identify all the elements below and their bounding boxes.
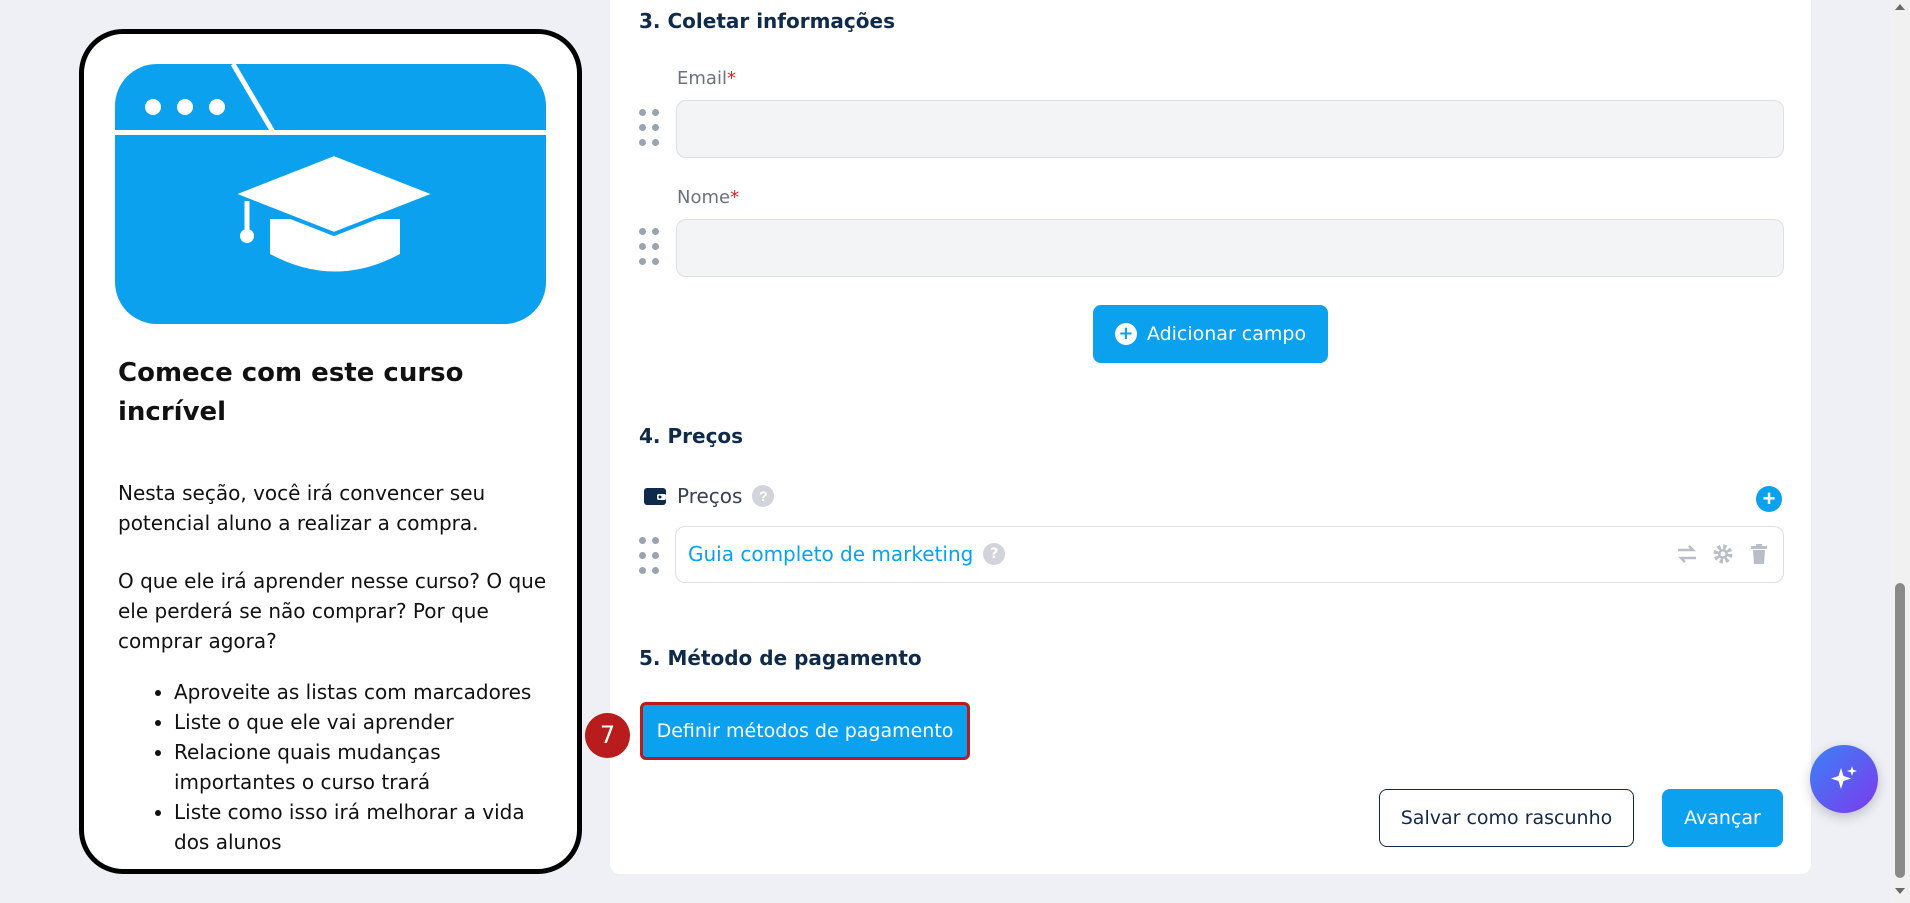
ai-assistant-button[interactable] bbox=[1810, 745, 1878, 813]
list-item: Aproveite as listas com marcadores bbox=[174, 677, 554, 707]
wallet-icon bbox=[644, 488, 666, 505]
preview-paragraph: Nesta seção, você irá convencer seu pote… bbox=[118, 481, 486, 535]
section-title-precos: 4. Preços bbox=[639, 424, 744, 448]
trash-icon[interactable] bbox=[1747, 542, 1771, 566]
save-draft-button[interactable]: Salvar como rascunho bbox=[1379, 789, 1634, 847]
scroll-up-arrow-icon[interactable] bbox=[1895, 4, 1905, 10]
list-item: Liste como isso irá melhorar a vida dos … bbox=[174, 797, 554, 857]
preview-bullet-list: Aproveite as listas com marcadores Liste… bbox=[174, 677, 554, 857]
preview-paragraph: O que ele irá aprender nesse curso? O qu… bbox=[118, 569, 547, 653]
scrollbar-thumb[interactable] bbox=[1895, 583, 1905, 878]
section-title-pagamento: 5. Método de pagamento bbox=[639, 646, 922, 670]
add-price-button[interactable]: + bbox=[1756, 486, 1782, 512]
course-preview-card: Comece com este curso incrível Nesta seç… bbox=[79, 29, 582, 874]
define-payment-methods-button[interactable]: Definir métodos de pagamento bbox=[640, 702, 970, 760]
drag-handle-icon[interactable] bbox=[639, 537, 661, 575]
email-field[interactable] bbox=[676, 100, 1784, 158]
help-icon[interactable]: ? bbox=[983, 543, 1006, 565]
name-label: Nome* bbox=[677, 187, 740, 208]
name-field[interactable] bbox=[676, 219, 1784, 277]
course-banner-graduation-cap-icon bbox=[115, 64, 546, 324]
prices-header: Preços ? bbox=[643, 484, 775, 508]
scroll-down-arrow-icon[interactable] bbox=[1895, 888, 1905, 894]
add-field-label: Adicionar campo bbox=[1146, 323, 1307, 345]
price-item-name[interactable]: Guia completo de marketing bbox=[688, 542, 973, 566]
help-icon[interactable]: ? bbox=[752, 485, 775, 507]
step-badge: 7 bbox=[585, 713, 630, 758]
swap-icon[interactable] bbox=[1675, 542, 1699, 566]
plus-circle-icon: + bbox=[1114, 323, 1137, 345]
price-item: Guia completo de marketing ? bbox=[688, 542, 1006, 566]
sparkles-icon bbox=[1831, 766, 1857, 789]
drag-handle-icon[interactable] bbox=[639, 228, 661, 266]
email-label: Email* bbox=[677, 68, 736, 89]
gear-icon[interactable] bbox=[1711, 542, 1735, 566]
price-item-row[interactable]: Guia completo de marketing ? bbox=[675, 526, 1784, 583]
next-button[interactable]: Avançar bbox=[1662, 789, 1783, 847]
list-item: Relacione quais mudanças importantes o c… bbox=[174, 737, 554, 797]
preview-title: Comece com este curso incrível bbox=[118, 358, 464, 427]
section-title-coletar: 3. Coletar informações bbox=[639, 9, 895, 33]
prices-label: Preços bbox=[677, 484, 743, 508]
price-row-actions bbox=[1675, 542, 1771, 566]
add-field-button[interactable]: + Adicionar campo bbox=[1093, 305, 1328, 363]
list-item: Liste o que ele vai aprender bbox=[174, 707, 554, 737]
drag-handle-icon[interactable] bbox=[639, 109, 661, 147]
